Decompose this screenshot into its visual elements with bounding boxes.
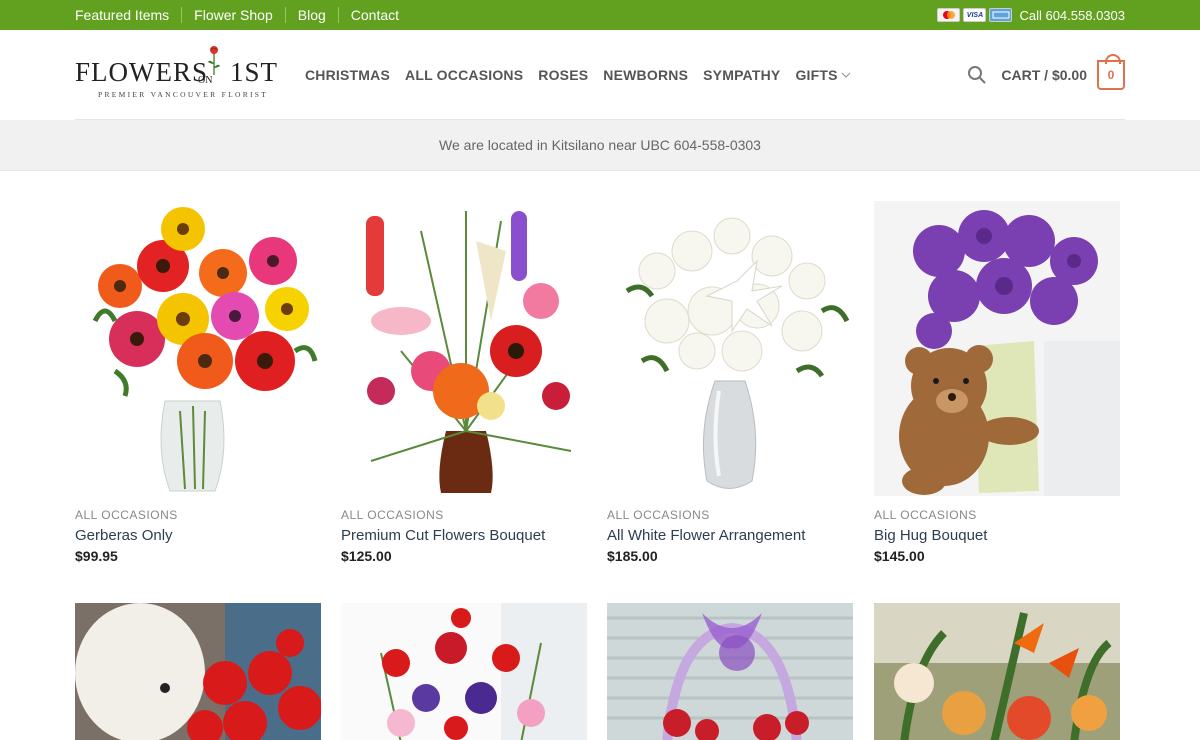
mastercard-icon [937,8,961,22]
product-category[interactable]: ALL OCCASIONS [874,508,1120,522]
product-image-premium-cut[interactable] [341,201,587,496]
nav-gifts-label: GIFTS [795,67,838,83]
product-category[interactable]: ALL OCCASIONS [607,508,853,522]
product-image-big-hug[interactable] [874,201,1120,496]
product-image-gerberas[interactable] [75,201,321,496]
nav-roses[interactable]: ROSES [538,67,588,83]
product-price: $185.00 [607,548,658,564]
top-link-contact[interactable]: Contact [337,7,411,23]
nav-sympathy[interactable]: SYMPATHY [703,67,780,83]
product-title[interactable]: All White Flower Arrangement [607,527,853,544]
cart-total[interactable]: CART / $0.00 [1001,67,1087,83]
product-title[interactable]: Premium Cut Flowers Bouquet [341,527,587,544]
chevron-down-icon [841,72,851,78]
payment-and-phone: VISA Call 604.558.0303 [937,8,1125,23]
location-notice: We are located in Kitsilano near UBC 604… [0,120,1200,171]
visa-icon: VISA [963,8,987,22]
top-links: Featured Items Flower Shop Blog Contact [75,7,411,23]
top-link-featured-items[interactable]: Featured Items [75,7,181,23]
product-title[interactable]: Gerberas Only [75,527,321,544]
product-image-tropical[interactable] [874,603,1120,740]
product-card[interactable]: ALL OCCASIONS Big Hug Bouquet $145.00 [874,201,1120,564]
product-image-teddy-roses[interactable] [75,603,321,740]
site-logo[interactable]: FLOWERS 1ST ON PREMIER VANCOUVER FLORIST [75,45,279,105]
phone-number[interactable]: Call 604.558.0303 [1019,8,1125,23]
nav-newborns[interactable]: NEWBORNS [603,67,688,83]
nav-christmas[interactable]: CHRISTMAS [305,67,390,83]
header-actions: CART / $0.00 0 [967,54,1125,90]
product-card[interactable] [607,603,853,740]
top-bar: Featured Items Flower Shop Blog Contact … [0,0,1200,30]
product-category[interactable]: ALL OCCASIONS [75,508,321,522]
top-link-blog[interactable]: Blog [284,7,338,23]
product-price: $145.00 [874,548,925,564]
product-card[interactable] [874,603,1120,740]
product-image-gift-basket[interactable] [607,603,853,740]
product-price: $99.95 [75,548,118,564]
logo-text: FLOWERS 1ST [75,57,279,87]
product-image-mixed-basket[interactable] [341,603,587,740]
search-icon[interactable] [967,65,987,85]
product-card[interactable] [75,603,321,740]
product-price: $125.00 [341,548,392,564]
nav-gifts[interactable]: GIFTS [795,67,851,83]
amex-icon [989,8,1013,22]
product-category[interactable]: ALL OCCASIONS [341,508,587,522]
product-card[interactable]: ALL OCCASIONS Premium Cut Flowers Bouque… [341,201,587,564]
product-card[interactable]: ALL OCCASIONS Gerberas Only $99.95 [75,201,321,564]
rose-icon [208,46,220,75]
product-card[interactable] [341,603,587,740]
site-header: FLOWERS 1ST ON PREMIER VANCOUVER FLORIST … [0,30,1200,120]
product-card[interactable]: ALL OCCASIONS All White Flower Arrangeme… [607,201,853,564]
logo-tagline: PREMIER VANCOUVER FLORIST [98,90,269,99]
main-nav: CHRISTMAS ALL OCCASIONS ROSES NEWBORNS S… [305,67,866,83]
header-divider [75,119,1125,120]
product-image-all-white[interactable] [607,201,853,496]
top-link-flower-shop[interactable]: Flower Shop [181,7,285,23]
product-title[interactable]: Big Hug Bouquet [874,527,1120,544]
nav-all-occasions[interactable]: ALL OCCASIONS [405,67,523,83]
cart-count-bag-icon[interactable]: 0 [1097,54,1125,90]
